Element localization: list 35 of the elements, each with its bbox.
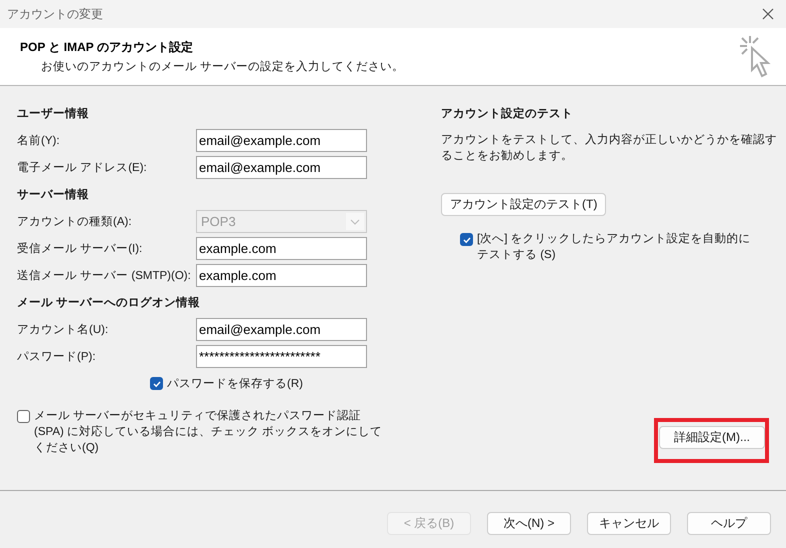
input-field[interactable]: example.com	[196, 237, 367, 260]
section-heading: アカウント設定のテスト	[441, 106, 574, 122]
field-label: 受信メール サーバー(I):	[17, 241, 144, 256]
section-heading: サーバー情報	[17, 187, 90, 203]
header-title: POP と IMAP のアカウント設定	[20, 39, 194, 56]
test-button[interactable]: アカウント設定のテスト(T)	[441, 193, 606, 216]
cursor-click-icon	[738, 34, 772, 80]
input-field[interactable]: email@example.com	[196, 318, 367, 341]
input-field[interactable]: email@example.com	[196, 156, 367, 179]
window-title: アカウントの変更	[7, 6, 103, 22]
description-text: アカウントをテストして、入力内容が正しいかどうかを確認することをお勧めします。	[441, 132, 778, 164]
advanced-settings-button[interactable]: 詳細設定(M)...	[659, 426, 765, 449]
checkbox-label: [次へ] をクリックしたらアカウント設定を自動的にテストする (S)	[477, 232, 752, 263]
password-field[interactable]: ************************	[196, 345, 367, 368]
footer-button[interactable]: 次へ(N) >	[487, 512, 571, 535]
checkbox[interactable]	[460, 233, 473, 246]
section-heading: ユーザー情報	[17, 106, 90, 122]
checkbox[interactable]	[17, 410, 30, 423]
checkbox-label: パスワードを保存する(R)	[167, 376, 303, 391]
input-field[interactable]: example.com	[196, 264, 367, 287]
field-label: アカウントの種類(A):	[17, 214, 133, 229]
header-subtitle: お使いのアカウントのメール サーバーの設定を入力してください。	[41, 60, 404, 74]
field-label: 名前(Y):	[17, 134, 61, 148]
checkbox-label: メール サーバーがセキュリティで保護されたパスワード認証 (SPA) に対応している場合には、チェック ボックスをオンにしてください(Q)	[34, 408, 384, 456]
checkbox[interactable]	[150, 377, 163, 390]
chevron-down-icon	[350, 218, 360, 224]
footer-button[interactable]: ヘルプ	[687, 512, 771, 535]
field-label: 送信メール サーバー (SMTP)(O):	[17, 268, 192, 283]
section-heading: メール サーバーへのログオン情報	[17, 295, 202, 311]
field-label: アカウント名(U):	[17, 322, 110, 337]
input-field[interactable]: email@example.com	[196, 129, 367, 152]
field-label: 電子メール アドレス(E):	[17, 160, 148, 175]
footer-button[interactable]: キャンセル	[587, 512, 671, 535]
field-label: パスワード(P):	[17, 350, 97, 364]
close-icon[interactable]	[762, 8, 774, 20]
